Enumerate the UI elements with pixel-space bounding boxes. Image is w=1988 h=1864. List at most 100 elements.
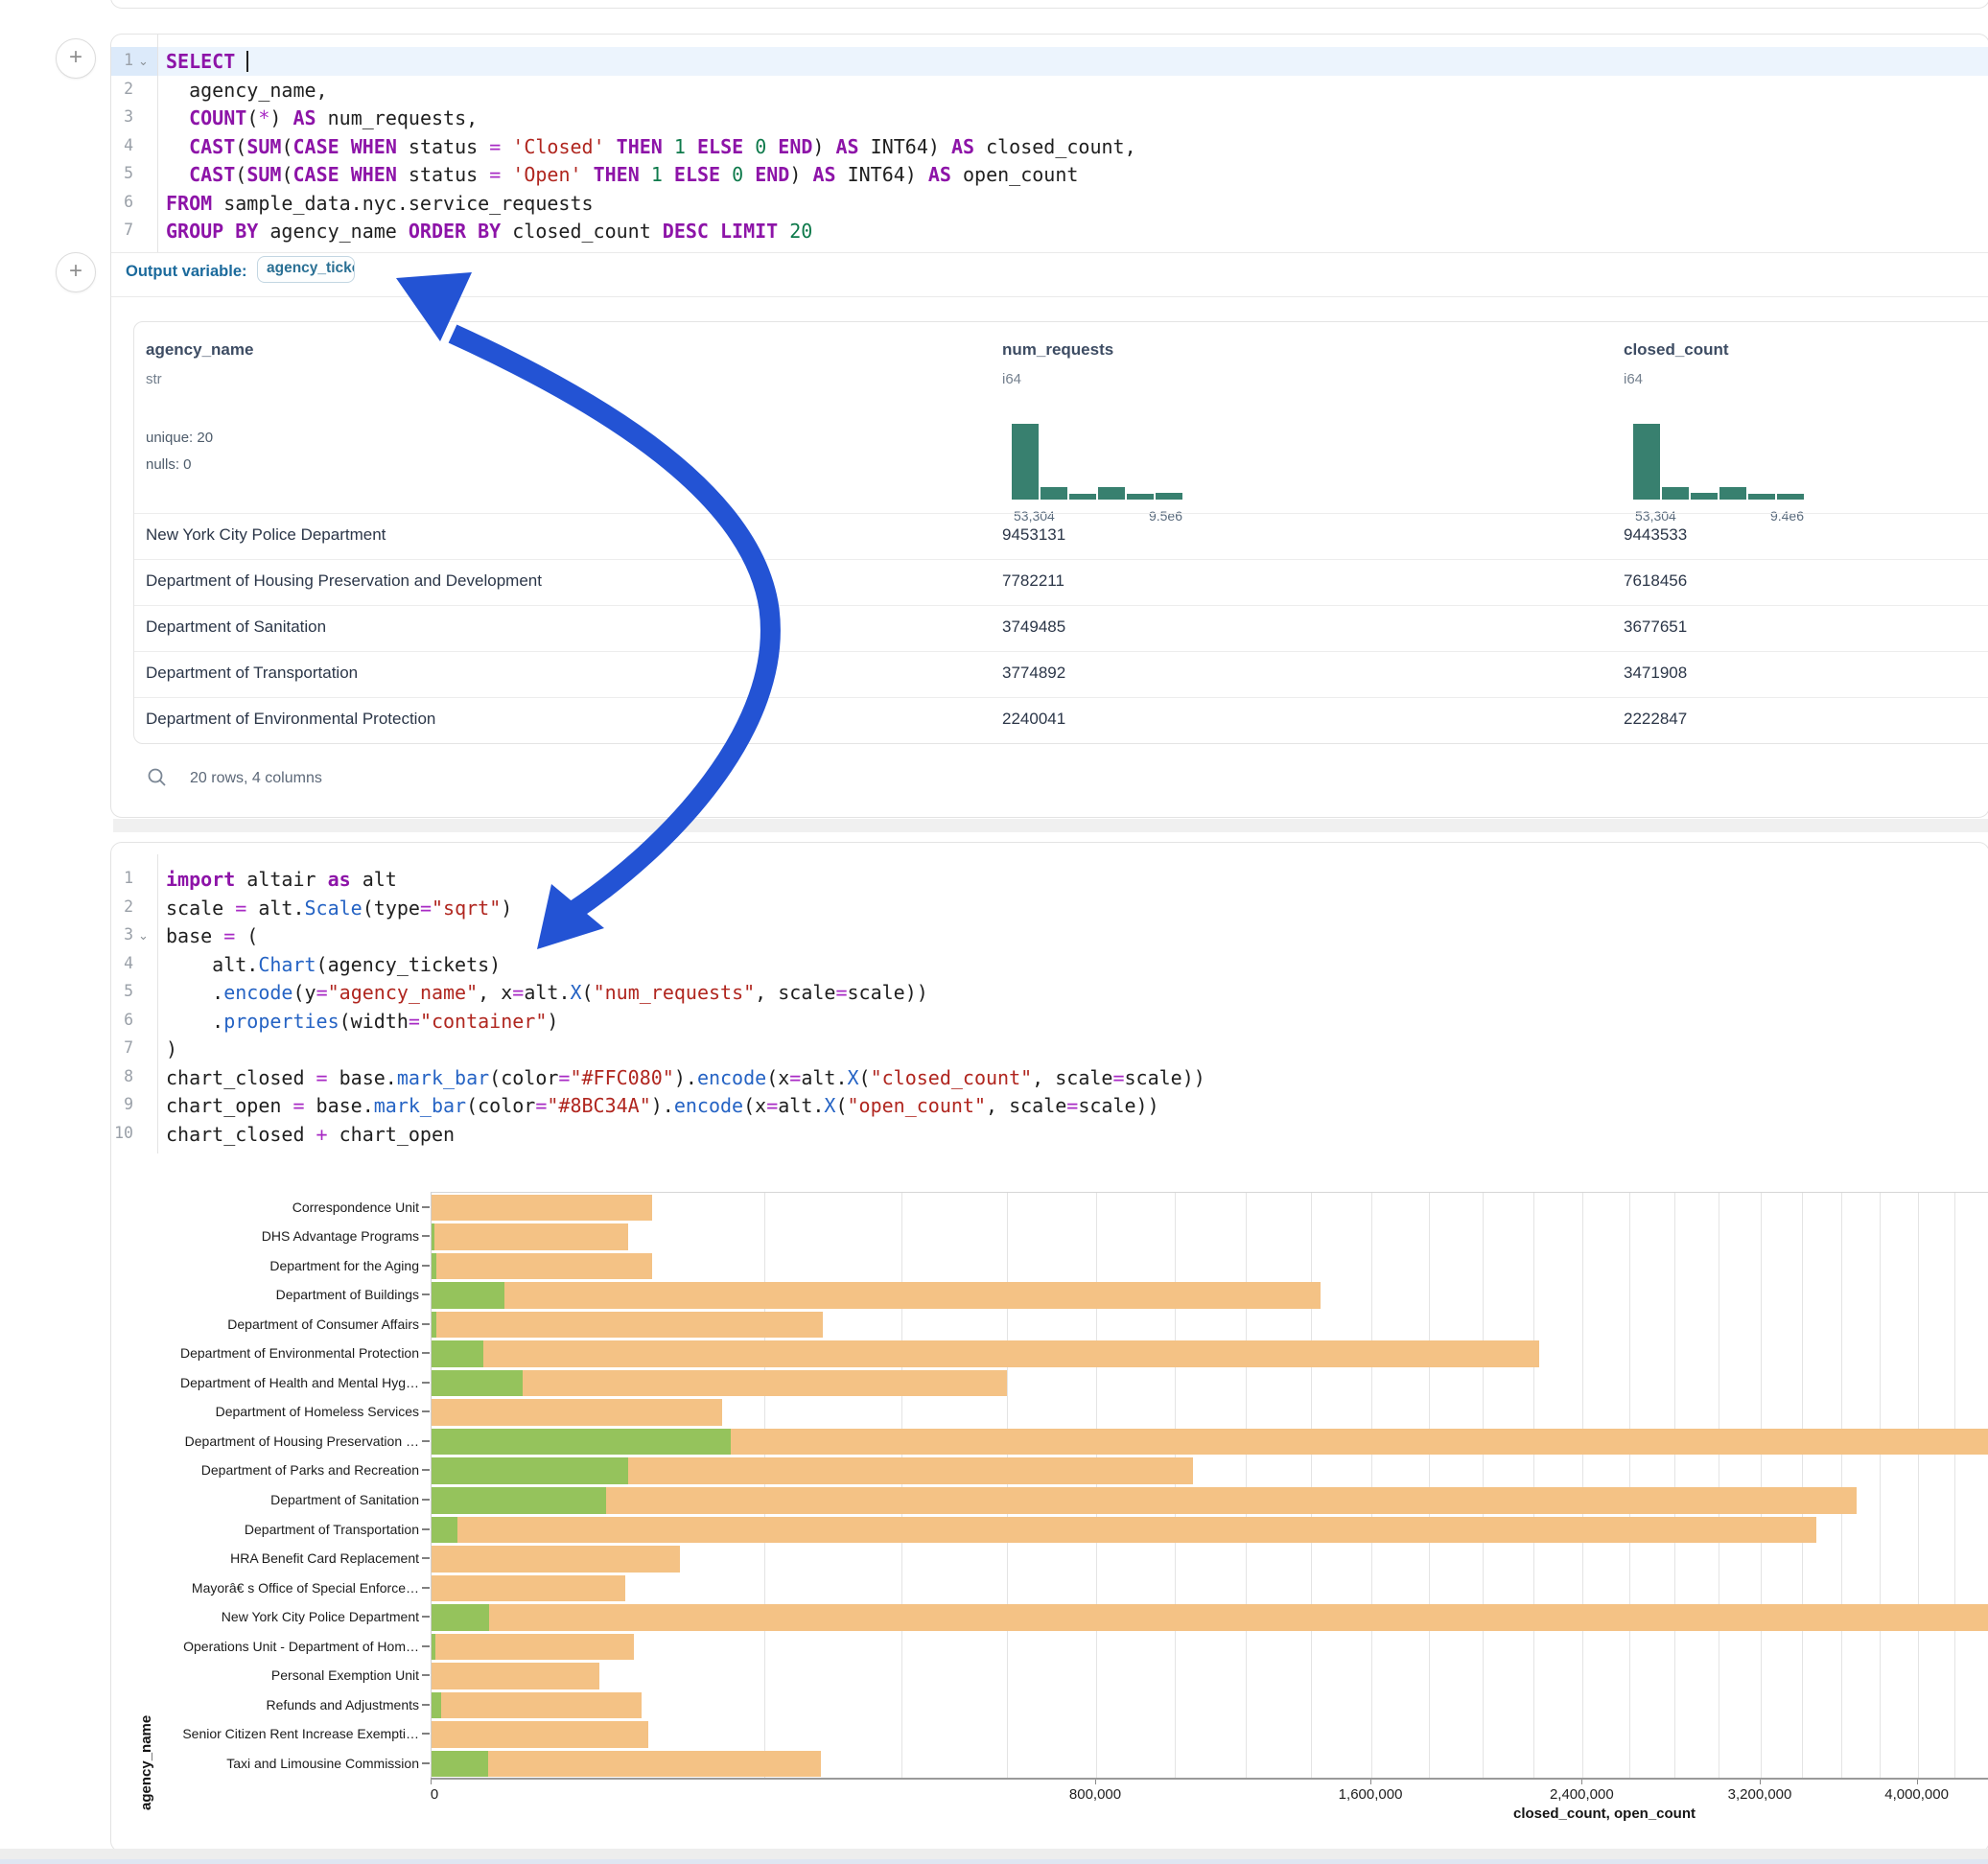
y-axis-label: New York City Police Department: [222, 1609, 419, 1624]
x-axis-label: 0: [431, 1786, 438, 1803]
histogram-bar: [1719, 487, 1746, 500]
code-text: chart_closed = base.mark_bar(color="#FFC…: [166, 1065, 1205, 1090]
gridline: [1582, 1193, 1583, 1779]
code-line[interactable]: 2scale = alt.Scale(type="sqrt"): [111, 894, 1988, 922]
text-caret: [246, 51, 248, 72]
bar-open-count: [432, 1312, 436, 1339]
column-header-agency_name[interactable]: agency_name: [146, 340, 253, 360]
histogram-bar: [1662, 487, 1689, 500]
sql-editor[interactable]: 1⌄SELECT 2 agency_name,3 COUNT(*) AS num…: [111, 47, 1988, 248]
bar-open-count: [432, 1487, 606, 1514]
y-axis-tick: [422, 1616, 430, 1618]
search-icon[interactable]: [147, 767, 168, 788]
line-number: 5: [111, 982, 133, 1000]
chevron-down-icon[interactable]: ⌄: [138, 54, 149, 69]
y-axis-tick: [422, 1704, 430, 1706]
x-axis-tick: [431, 1780, 432, 1784]
code-line[interactable]: 7): [111, 1035, 1988, 1063]
code-text: COUNT(*) AS num_requests,: [166, 105, 478, 130]
code-text: alt.Chart(agency_tickets): [166, 952, 501, 977]
table-row[interactable]: Department of Housing Preservation and D…: [134, 560, 1988, 605]
code-line[interactable]: 10chart_closed + chart_open: [111, 1120, 1988, 1149]
code-text: ): [166, 1037, 177, 1061]
python-editor[interactable]: 1import altair as alt2scale = alt.Scale(…: [111, 865, 1988, 1153]
chevron-down-icon[interactable]: ⌄: [138, 928, 149, 944]
code-line[interactable]: 6 .properties(width="container"): [111, 1007, 1988, 1036]
bar-closed-count: [432, 1223, 628, 1250]
y-axis-tick: [422, 1293, 430, 1295]
gridline: [1674, 1193, 1675, 1779]
code-line[interactable]: 9chart_open = base.mark_bar(color="#8BC3…: [111, 1091, 1988, 1120]
x-axis-title: closed_count, open_count: [1513, 1806, 1696, 1822]
y-axis-label: Senior Citizen Rent Increase Exempti…: [182, 1726, 419, 1741]
output-variable-row: Output variable: agency_tickets: [111, 252, 1988, 296]
next-cell-edge: [0, 1859, 1988, 1864]
code-line[interactable]: 4 CAST(SUM(CASE WHEN status = 'Closed' T…: [111, 132, 1988, 161]
bar-open-count: [432, 1253, 436, 1280]
line-number: 4: [111, 954, 133, 972]
y-axis-tick: [422, 1265, 430, 1267]
cell-value: 7782211: [1002, 571, 1064, 591]
column-header-num_requests[interactable]: num_requests: [1002, 340, 1113, 360]
code-text: agency_name,: [166, 78, 328, 103]
bar-open-count: [432, 1692, 441, 1719]
gridline: [1246, 1193, 1247, 1779]
table-row[interactable]: Department of Environmental Protection22…: [134, 698, 1988, 743]
y-axis-tick: [422, 1440, 430, 1442]
code-line[interactable]: 1import altair as alt: [111, 865, 1988, 894]
code-line[interactable]: 1⌄SELECT: [111, 47, 1988, 76]
gridline: [1311, 1193, 1312, 1779]
table-row-count: 20 rows, 4 columns: [190, 770, 322, 787]
code-line[interactable]: 6FROM sample_data.nyc.service_requests: [111, 189, 1988, 218]
table-row[interactable]: New York City Police Department945313194…: [134, 514, 1988, 559]
previous-cell-edge: [110, 0, 1988, 9]
code-line[interactable]: 8chart_closed = base.mark_bar(color="#FF…: [111, 1063, 1988, 1092]
column-type: i64: [1002, 371, 1021, 387]
line-number: 10: [111, 1124, 133, 1142]
y-axis-label: Operations Unit - Department of Hom…: [183, 1639, 419, 1654]
code-line[interactable]: 2 agency_name,: [111, 76, 1988, 105]
column-header-closed_count[interactable]: closed_count: [1624, 340, 1729, 360]
line-number: 3: [111, 107, 133, 126]
line-number: 4: [111, 136, 133, 154]
chart-plot-area: [431, 1192, 1988, 1779]
code-text: scale = alt.Scale(type="sqrt"): [166, 896, 512, 920]
code-line[interactable]: 7GROUP BY agency_name ORDER BY closed_co…: [111, 217, 1988, 245]
gridline: [1483, 1193, 1484, 1779]
y-axis-label: Department of Environmental Protection: [180, 1345, 419, 1361]
table-row[interactable]: Department of Sanitation37494853677651: [134, 606, 1988, 651]
cell-value: 3774892: [1002, 664, 1065, 683]
y-axis-tick: [422, 1323, 430, 1325]
line-number: 7: [111, 221, 133, 239]
histogram-bar: [1691, 493, 1718, 500]
bar-closed-count: [432, 1517, 1816, 1544]
code-line[interactable]: 5 .encode(y="agency_name", x=alt.X("num_…: [111, 978, 1988, 1007]
line-number: 6: [111, 193, 133, 211]
x-axis-tick: [1370, 1780, 1371, 1784]
add-cell-button-top[interactable]: +: [56, 38, 96, 79]
output-row-divider: [111, 296, 1988, 297]
y-axis-label: DHS Advantage Programs: [262, 1228, 419, 1244]
histogram-bar: [1041, 487, 1067, 500]
add-cell-button-middle[interactable]: +: [56, 252, 96, 292]
output-variable-badge[interactable]: agency_tickets: [257, 256, 355, 283]
column-stat: unique: 20: [146, 430, 213, 446]
code-line[interactable]: 3 COUNT(*) AS num_requests,: [111, 104, 1988, 132]
line-number: 9: [111, 1095, 133, 1113]
bar-closed-count: [432, 1604, 1988, 1631]
cell-agency-name: Department of Environmental Protection: [146, 710, 435, 729]
cell-gap: [113, 819, 1988, 832]
sql-cell-panel: 1⌄SELECT 2 agency_name,3 COUNT(*) AS num…: [110, 34, 1988, 818]
line-number: 1: [111, 51, 133, 69]
y-axis-tick: [422, 1235, 430, 1237]
code-line[interactable]: 5 CAST(SUM(CASE WHEN status = 'Open' THE…: [111, 160, 1988, 189]
code-line[interactable]: 3⌄base = (: [111, 921, 1988, 950]
code-line[interactable]: 4 alt.Chart(agency_tickets): [111, 950, 1988, 979]
x-axis-tick: [1917, 1780, 1918, 1784]
cell-value: 3471908: [1624, 664, 1687, 683]
gridline: [1096, 1193, 1097, 1779]
table-row[interactable]: Department of Transportation377489234719…: [134, 652, 1988, 697]
x-axis-tick: [1581, 1780, 1582, 1784]
y-axis-label: Department of Homeless Services: [216, 1404, 419, 1419]
y-axis-tick: [422, 1410, 430, 1412]
